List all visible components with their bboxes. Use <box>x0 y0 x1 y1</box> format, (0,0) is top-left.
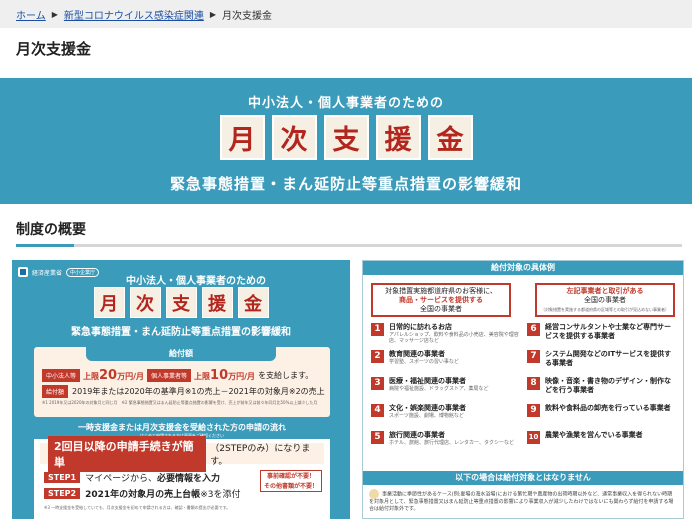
not-eligible-header: 以下の場合は給付対象とはなりません <box>363 471 683 485</box>
poster-title-char: 金 <box>237 287 269 318</box>
hero-title-char: 金 <box>427 115 473 160</box>
step-1: STEP1 マイページから、必要情報を入力 <box>44 471 220 484</box>
flow-highlight: 2回目以降の申請手続きが簡単 （2STEPのみ）になります。 <box>40 435 324 472</box>
list-item: 6 経営コンサルタントや士業など専門サービスを提供する事業者 <box>527 323 677 345</box>
indiv-badge: 個人事業者等 <box>147 369 192 382</box>
hero-title-char: 次 <box>271 115 317 160</box>
hero-title: 月 次 支 援 金 <box>0 115 692 160</box>
left-category-box: 対象措置実施都道府県のお客様に、 商品・サービスを提供する 全国の事業者 <box>371 283 511 317</box>
hero-title-char: 援 <box>375 115 421 160</box>
breadcrumb-separator-icon: ▶ <box>209 9 217 19</box>
hero-title-char: 月 <box>219 115 265 160</box>
no-docs-badge: 事前確認が不要！ その他書類が不要！ <box>260 470 322 492</box>
page-title: 月次支援金 <box>16 40 92 58</box>
poster-right-panel: 給付対象の具体例 対象措置実施都道府県のお客様に、 商品・サービスを提供する 全… <box>362 260 684 519</box>
section-underline <box>16 244 682 247</box>
poster-title-char: 月 <box>93 287 125 318</box>
right-category-box: 左記事業者と取引がある 全国の事業者 （対象措置を実施する都道府県の区域等との取… <box>535 283 675 317</box>
corp-badge: 中小法人等 <box>42 369 81 382</box>
benefit-formula-row: 給付額 2019年または2020年の基準月※1の売上－2021年の対象月※2の売… <box>42 385 325 398</box>
list-item: 4 文化・娯楽関連の事業者 スポーツ施設、劇場、博物館など <box>371 404 519 426</box>
left-example-list: 1 日常的に訪れるお店 アパレルショップ、飲料や食料品の小売店、美容院や理容店、マッ… <box>371 323 519 458</box>
list-item: 2 教育関連の事業者 学習塾、スポーツの習い事など <box>371 350 519 372</box>
poster-left-panel: 経済産業省 中小企業庁 中小法人・個人事業者のための 月 次 支 援 金 緊急事… <box>12 260 350 519</box>
poster-title-char: 支 <box>165 287 197 318</box>
breadcrumb-current: 月次支援金 <box>222 10 273 22</box>
benefit-suffix: を支給します。 <box>258 371 314 380</box>
step-1-text: マイページから、 <box>85 474 157 484</box>
benefit-amounts: 中小法人等 上限20万円/月 個人事業者等 上限10万円/月 を支給します。 <box>42 368 313 383</box>
breadcrumb-parent-link[interactable]: 新型コロナウイルス感染症関連 <box>64 7 204 22</box>
formula-badge: 給付額 <box>42 385 69 398</box>
beach-icon <box>369 489 379 499</box>
step-1-bold: 必要情報を入力 <box>156 474 220 484</box>
hero-subtitle: 中小法人・個人事業者のための <box>247 96 444 111</box>
benefit-header: 給付額 <box>86 346 276 361</box>
corp-amount: 上限20万円/月 <box>83 368 145 383</box>
right-example-list: 6 経営コンサルタントや士業など専門サービスを提供する事業者 7 システム開発などの… <box>527 323 677 458</box>
hero-title-char: 支 <box>323 115 369 160</box>
list-item: 5 旅行関連の事業者 ホテル、旅館、旅行代理店、レンタカー、タクシーなど <box>371 431 519 453</box>
hero-caption: 緊急事態措置・まん延防止等重点措置の影響緩和 <box>169 175 522 193</box>
step-2-tail: ※3を添付 <box>200 490 241 500</box>
poster-title-char: 援 <box>201 287 233 318</box>
step-1-label: STEP1 <box>44 472 81 483</box>
breadcrumb-home-link[interactable]: ホーム <box>16 7 46 22</box>
list-item: 1 日常的に訪れるお店 アパレルショップ、飲料や食料品の小売店、美容院や理容店、マッ… <box>371 323 519 345</box>
step-2-label: STEP2 <box>44 488 81 499</box>
list-item: 8 映像・音楽・書き物のデザイン・制作などを行う事業者 <box>527 377 677 399</box>
flow-note: ※3 一時支援金を受給していても、月次支援金を初めて申請される方は、確認・書類の… <box>44 505 231 510</box>
flow-big-text: 2回目以降の申請手続きが簡単 <box>48 435 207 472</box>
breadcrumb-separator-icon: ▶ <box>51 9 58 19</box>
examples-header: 給付対象の具体例 <box>363 261 683 275</box>
indiv-amount: 上限10万円/月 <box>194 368 256 383</box>
step-2: STEP2 2021年の対象月の売上台帳※3を添付 <box>44 487 240 500</box>
list-item: 3 医療・福祉関連の事業者 病院や福祉施設、ドラッグストア、薬局など <box>371 377 519 399</box>
section-title: 制度の概要 <box>16 222 86 238</box>
poster-subtitle: 中小法人・個人事業者のための <box>126 276 266 287</box>
poster-title-char: 次 <box>129 287 161 318</box>
overview-poster[interactable]: 経済産業省 中小企業庁 中小法人・個人事業者のための 月 次 支 援 金 緊急事… <box>12 260 684 519</box>
benefit-note: ※1 2019年又は2020年の対象月と同じ月 ※2 緊急事態措置又はまん延防止… <box>42 400 318 405</box>
benefit-box: 給付額 中小法人等 上限20万円/月 個人事業者等 上限10万円/月 を支給しま… <box>34 346 330 417</box>
step-2-text: 2021年の対象月の売上台帳 <box>85 490 201 500</box>
list-item: 9 飲料や食料品の卸売を行っている事業者 <box>527 404 677 426</box>
benefit-formula: 2019年または2020年の基準月※1の売上－2021年の対象月※2の売上 <box>72 387 325 396</box>
poster-title: 月 次 支 援 金 <box>12 287 350 318</box>
breadcrumb: ホーム ▶ 新型コロナウイルス感染症関連 ▶ 月次支援金 <box>0 0 692 28</box>
flow-tail-text: （2STEPのみ）になります。 <box>210 443 311 467</box>
list-item: 10 農業や漁業を営んでいる事業者 <box>527 431 677 453</box>
not-eligible-body: 事業活動に季節性があるケース(例:夏場の海水浴場)における繁忙期や農産物の出荷時… <box>369 489 677 513</box>
poster-caption: 緊急事態措置・まん延防止等重点措置の影響緩和 <box>71 327 291 338</box>
list-item: 7 システム開発などのITサービスを提供する事業者 <box>527 350 677 372</box>
application-flow-box: 一時支援金または月次支援金を受給された方の申請の流れ はじめて申請される方は裏面… <box>34 421 330 519</box>
